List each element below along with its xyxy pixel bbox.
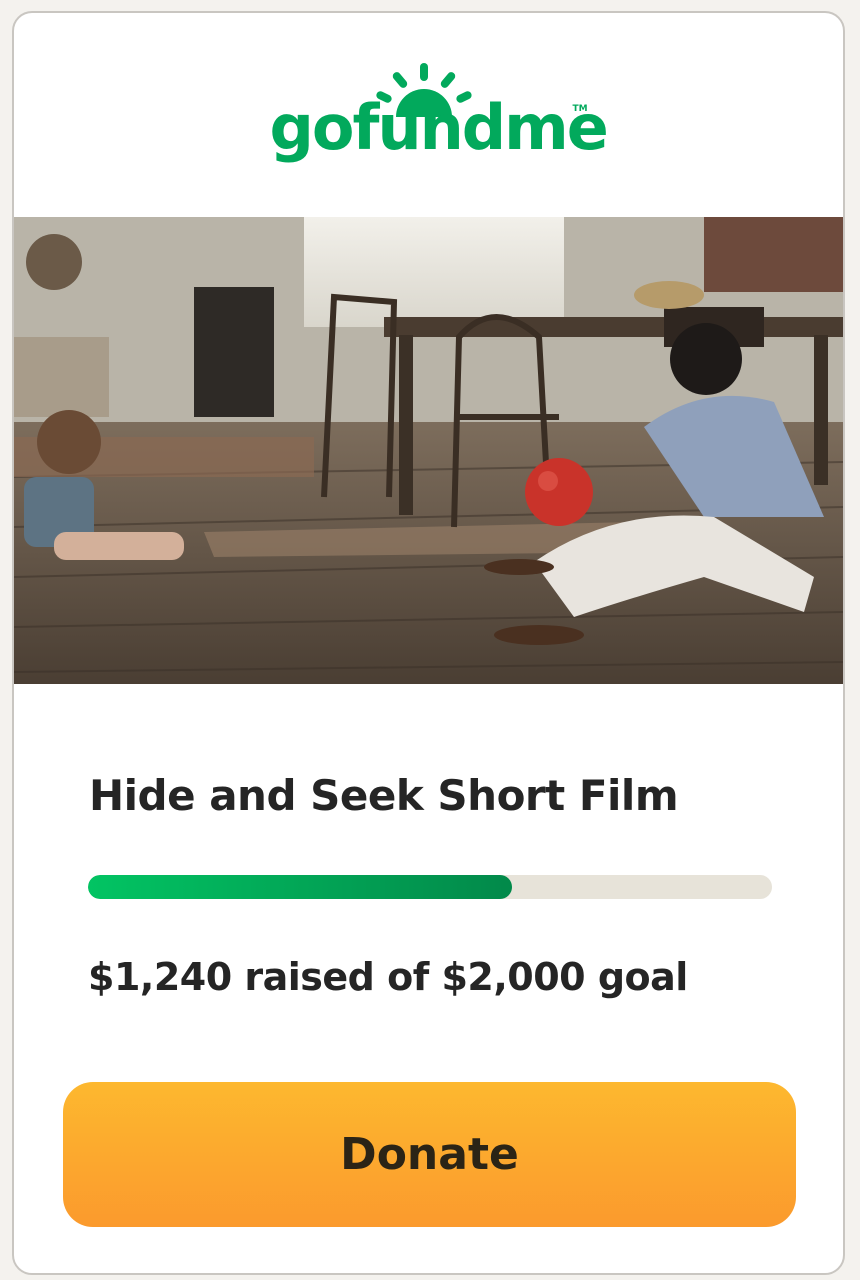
- campaign-title: Hide and Seek Short Film: [89, 771, 679, 820]
- progress-bar: [88, 875, 772, 899]
- gofundme-logo: gofundme TM: [14, 61, 843, 191]
- logo-wordmark: gofundme: [269, 91, 609, 164]
- donate-button-label: Donate: [340, 1129, 519, 1180]
- campaign-image: [14, 217, 843, 684]
- donate-button[interactable]: Donate: [63, 1082, 796, 1227]
- trademark-symbol: TM: [572, 104, 588, 114]
- amount-raised: $1,240 raised of $2,000 goal: [88, 955, 688, 999]
- photo-icon: [14, 217, 843, 684]
- fundraiser-card: gofundme TM Hide and Seek Short Film $1,…: [12, 11, 845, 1275]
- progress-bar-fill: [88, 875, 513, 899]
